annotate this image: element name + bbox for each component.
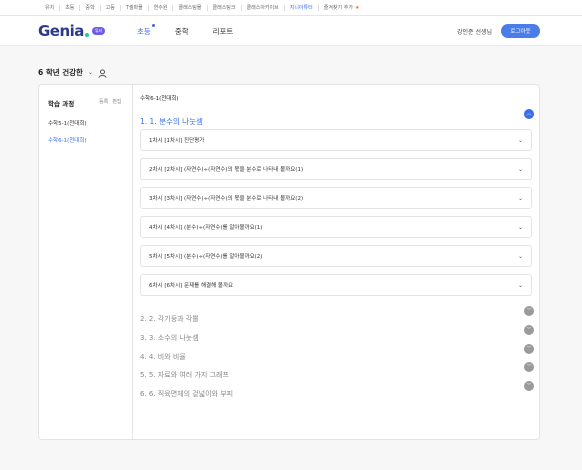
lesson-item[interactable]: 6차시 [6차시] 문제를 해결해 볼까요 ⌄ <box>140 274 532 296</box>
chevron-down-icon[interactable]: ⌄ <box>518 195 523 202</box>
chevron-down-icon[interactable]: ⌄ <box>518 253 523 260</box>
unit-title: 4. 4. 비와 비율 <box>140 353 186 361</box>
chevron-down-icon[interactable]: ⌄ <box>88 69 93 76</box>
chevron-down-icon[interactable]: ﹀ <box>524 325 534 335</box>
unit-title: 3. 3. 소수의 나눗셈 <box>140 334 199 342</box>
logout-button[interactable]: 로그아웃 <box>501 24 540 38</box>
chevron-down-icon[interactable]: ⌄ <box>518 282 523 289</box>
unit-title: 5. 5. 자료와 여러 가지 그래프 <box>140 371 229 379</box>
student-name: 6 학년 건강한 <box>38 68 83 77</box>
tutor-badge: 튜터 <box>91 26 106 35</box>
sidebar-actions: 등록 편집 <box>99 98 125 105</box>
top-utility-bar: 유치 초등 중학 고등 T셀파몰 연수원 클래스팅몰 클래스팅크 클래스아카이브… <box>0 0 582 16</box>
unit-header-4[interactable]: 4. 4. 비와 비율 ﹀ <box>140 344 534 361</box>
logo-text: Genia <box>38 21 84 40</box>
course-panel: 학습 과정 등록 편집 수학5-1(천대희) 수학6-1(천대희) 수학6-1(천… <box>38 84 540 440</box>
lesson-item[interactable]: 1차시 [1차시] 진단평가 ⌄ <box>140 129 532 151</box>
edit-button[interactable]: 편집 <box>112 99 121 105</box>
sidebar-title: 학습 과정 <box>48 100 75 108</box>
lesson-item[interactable]: 2차시 [2차시] (자연수)÷(자연수)의 몫을 분수로 나타내 볼까요(1)… <box>140 158 532 180</box>
chevron-down-icon[interactable]: ⌄ <box>518 137 523 144</box>
register-button[interactable]: 등록 <box>99 99 108 105</box>
unit-title: 1. 1. 분수의 나눗셈 <box>140 117 203 126</box>
chevron-down-icon[interactable]: ﹀ <box>524 362 534 372</box>
nav-elementary[interactable]: 초등 <box>137 23 155 37</box>
sidebar-item-math5-1[interactable]: 수학5-1(천대희) <box>48 119 87 127</box>
top-link-kinder[interactable]: 유치 <box>40 4 61 11</box>
unit-header-3[interactable]: 3. 3. 소수의 나눗셈 ﹀ <box>140 325 534 342</box>
nav-middle[interactable]: 중학 <box>175 26 189 37</box>
top-link-class-archive[interactable]: 클래스아카이브 <box>242 4 285 11</box>
top-link-training[interactable]: 연수원 <box>149 4 174 11</box>
chevron-down-icon[interactable]: ⌄ <box>518 166 523 173</box>
lesson-item[interactable]: 5차시 [5차시] (분수)÷(자연수)를 알아볼까요(2) ⌄ <box>140 245 532 267</box>
main-nav: 초등 중학 리포트 <box>137 16 257 46</box>
unit-header-1[interactable]: 1. 1. 분수의 나눗셈 ︿ <box>140 109 534 126</box>
unit-header-2[interactable]: 2. 2. 각기둥과 각뿔 ﹀ <box>140 306 534 323</box>
main-header: Genia 튜터 초등 중학 리포트 강인준 선생님 로그아웃 <box>0 16 582 46</box>
chevron-down-icon[interactable]: ﹀ <box>524 344 534 354</box>
lesson-title: 1차시 [1차시] 진단평가 <box>149 138 205 144</box>
user-name: 강인준 선생님 <box>457 29 493 36</box>
top-link-classting-mall[interactable]: 클래스팅몰 <box>173 4 208 11</box>
person-icon[interactable] <box>98 63 107 82</box>
unit-header-6[interactable]: 6. 6. 직육면체의 겉넓이와 부피 ﹀ <box>140 381 534 398</box>
star-icon: ★ <box>354 4 360 11</box>
lesson-title: 5차시 [5차시] (분수)÷(자연수)를 알아볼까요(2) <box>149 254 263 260</box>
unit-title: 2. 2. 각기둥과 각뿔 <box>140 315 199 323</box>
student-selector[interactable]: 6 학년 건강한 ⌄ <box>38 63 107 82</box>
lesson-title: 3차시 [3차시] (자연수)÷(자연수)의 몫을 분수로 나타내 볼까요(2) <box>149 196 304 202</box>
sidebar-item-math6-1[interactable]: 수학6-1(천대희) <box>48 136 87 144</box>
chevron-down-icon[interactable]: ﹀ <box>524 306 534 316</box>
logo-dot-icon <box>84 32 89 37</box>
genia-logo[interactable]: Genia 튜터 <box>38 21 106 40</box>
lesson-item[interactable]: 3차시 [3차시] (자연수)÷(자연수)의 몫을 분수로 나타내 볼까요(2)… <box>140 187 532 209</box>
chevron-down-icon[interactable]: ⌄ <box>518 224 523 231</box>
top-link-high[interactable]: 고등 <box>101 4 121 11</box>
course-title: 수학6-1(천대희) <box>140 96 179 102</box>
nav-report[interactable]: 리포트 <box>213 26 234 37</box>
top-link-classting-k[interactable]: 클래스팅크 <box>208 4 242 11</box>
course-sidebar: 학습 과정 등록 편집 수학5-1(천대희) 수학6-1(천대희) <box>39 85 133 439</box>
add-favorite-label: 즐겨찾기 추가 <box>323 4 353 11</box>
lesson-title: 6차시 [6차시] 문제를 해결해 볼까요 <box>149 283 234 289</box>
chevron-down-icon[interactable]: ﹀ <box>524 381 534 391</box>
top-link-middle[interactable]: 중학 <box>80 4 101 11</box>
top-link-elementary[interactable]: 초등 <box>60 4 81 11</box>
top-link-genia-tutor[interactable]: 지니아튜터 <box>285 4 319 11</box>
top-link-tsherpa-mall[interactable]: T셀파몰 <box>121 4 149 11</box>
unit-title: 6. 6. 직육면체의 겉넓이와 부피 <box>140 390 234 398</box>
unit-header-5[interactable]: 5. 5. 자료와 여러 가지 그래프 ﹀ <box>140 362 534 379</box>
lesson-title: 4차시 [4차시] (분수)÷(자연수)를 알아볼까요(1) <box>149 225 263 231</box>
lesson-item[interactable]: 4차시 [4차시] (분수)÷(자연수)를 알아볼까요(1) ⌄ <box>140 216 532 238</box>
chevron-up-icon[interactable]: ︿ <box>524 109 534 119</box>
lesson-title: 2차시 [2차시] (자연수)÷(자연수)의 몫을 분수로 나타내 볼까요(1) <box>149 167 304 173</box>
top-link-add-favorite[interactable]: 즐겨찾기 추가 ★ <box>319 5 365 11</box>
course-content: 수학6-1(천대희) 1. 1. 분수의 나눗셈 ︿ 1차시 [1차시] 진단평… <box>140 85 534 439</box>
